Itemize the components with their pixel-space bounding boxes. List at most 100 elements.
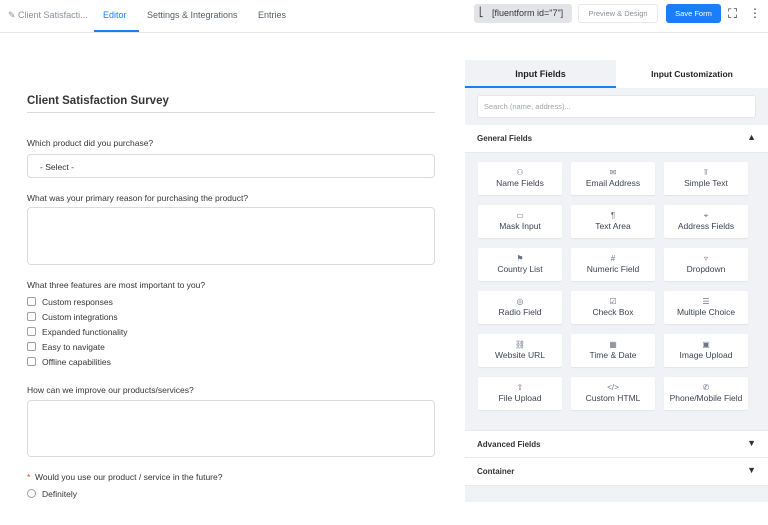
- checkbox-option[interactable]: Offline capabilities: [27, 357, 111, 367]
- option-label: Expanded functionality: [42, 327, 128, 337]
- q5-label: * Would you use our product / service in…: [27, 472, 222, 482]
- top-bar: ✎ Client Satisfacti... Editor Settings &…: [0, 0, 768, 33]
- field-label: Dropdown: [686, 264, 726, 274]
- form-name-tab[interactable]: ✎ Client Satisfacti...: [8, 10, 88, 21]
- advanced-fields-header[interactable]: Advanced Fields ▼: [465, 430, 768, 458]
- field-label: Website URL: [495, 350, 545, 360]
- image-icon: ▣: [702, 340, 710, 349]
- checkbox[interactable]: [27, 312, 36, 321]
- field-label: Phone/Mobile Field: [669, 393, 743, 403]
- tab-editor[interactable]: Editor: [103, 10, 127, 20]
- option-label: Custom integrations: [42, 312, 118, 322]
- location-pin-icon: ⌖: [703, 211, 709, 220]
- container-header[interactable]: Container ▼: [465, 458, 768, 486]
- option-label: Offline capabilities: [42, 357, 111, 367]
- tab-settings[interactable]: Settings & Integrations: [147, 10, 238, 20]
- link-icon: ⛓: [514, 340, 526, 349]
- field-label: File Upload: [498, 393, 542, 403]
- user-icon: ⚇: [516, 168, 524, 177]
- checkbox-option[interactable]: Custom integrations: [27, 312, 118, 322]
- select-value: - Select -: [40, 162, 75, 172]
- field-label: Radio Field: [498, 307, 542, 317]
- shortcode-button[interactable]: ⎣ [fluentform id="7"]: [474, 4, 572, 23]
- field-website-url[interactable]: ⛓ Website URL: [478, 334, 562, 367]
- checkbox[interactable]: [27, 342, 36, 351]
- radio-icon: ◎: [516, 297, 524, 306]
- tab-input-fields[interactable]: Input Fields: [465, 60, 616, 88]
- shortcode-text: [fluentform id="7"]: [492, 8, 564, 18]
- field-label: Simple Text: [684, 178, 728, 188]
- dropdown-icon: ▿: [703, 254, 708, 263]
- field-label: Text Area: [595, 221, 631, 231]
- field-name-fields[interactable]: ⚇ Name Fields: [478, 162, 562, 195]
- field-simple-text[interactable]: ⫪ Simple Text: [664, 162, 748, 195]
- field-label: Image Upload: [679, 350, 733, 360]
- option-label: Easy to navigate: [42, 342, 105, 352]
- field-phone-mobile-field[interactable]: ✆ Phone/Mobile Field: [664, 377, 748, 410]
- copy-icon: ⎣: [479, 7, 484, 17]
- field-country-list[interactable]: ⚑ Country List: [478, 248, 562, 281]
- section-label: Container: [477, 467, 515, 476]
- field-file-upload[interactable]: ⇧ File Upload: [478, 377, 562, 410]
- required-asterisk: *: [27, 472, 31, 482]
- field-label: Custom HTML: [585, 393, 641, 403]
- flag-icon: ⚑: [516, 254, 524, 263]
- tab-entries[interactable]: Entries: [258, 10, 286, 20]
- checkbox-option[interactable]: Easy to navigate: [27, 342, 105, 352]
- field-multiple-choice[interactable]: ☰ Multiple Choice: [664, 291, 748, 324]
- field-label: Check Box: [592, 307, 634, 317]
- form-name: Client Satisfacti...: [18, 10, 88, 20]
- checkbox-option[interactable]: Custom responses: [27, 297, 113, 307]
- field-image-upload[interactable]: ▣ Image Upload: [664, 334, 748, 367]
- option-label: Definitely: [42, 489, 77, 499]
- code-icon: </>: [607, 383, 619, 392]
- tab-input-customization[interactable]: Input Customization: [616, 60, 768, 88]
- q1-label: Which product did you purchase?: [27, 138, 154, 148]
- checkbox[interactable]: [27, 297, 36, 306]
- active-tab-indicator: [94, 30, 139, 32]
- field-custom-html[interactable]: </> Custom HTML: [571, 377, 655, 410]
- field-label: Mask Input: [499, 221, 541, 231]
- title-divider: [27, 112, 435, 113]
- field-email-address[interactable]: ✉ Email Address: [571, 162, 655, 195]
- checkbox[interactable]: [27, 327, 36, 336]
- radio-option[interactable]: Definitely: [27, 489, 77, 499]
- product-select[interactable]: - Select -: [27, 154, 435, 178]
- field-panel: Input Fields Input Customization Search …: [465, 60, 768, 502]
- more-options-icon[interactable]: ⋮: [749, 6, 761, 20]
- section-label: Advanced Fields: [477, 440, 541, 449]
- checkbox[interactable]: [27, 357, 36, 366]
- chevron-down-icon: ▼: [747, 438, 756, 448]
- checkbox-option[interactable]: Expanded functionality: [27, 327, 128, 337]
- calendar-icon: ▦: [609, 340, 617, 349]
- field-label: Address Fields: [677, 221, 735, 231]
- general-fields-header[interactable]: General Fields ▲: [465, 125, 768, 153]
- q2-label: What was your primary reason for purchas…: [27, 193, 249, 203]
- preview-button[interactable]: Preview & Design: [578, 4, 658, 23]
- save-form-button[interactable]: Save Form: [666, 4, 721, 23]
- q3-label: What three features are most important t…: [27, 280, 206, 290]
- upload-icon: ⇧: [516, 383, 524, 392]
- field-text-area[interactable]: ¶ Text Area: [571, 205, 655, 238]
- keyboard-icon: ▭: [516, 211, 524, 220]
- improve-textarea[interactable]: [27, 400, 435, 457]
- field-time-date[interactable]: ▦ Time & Date: [571, 334, 655, 367]
- fullscreen-icon[interactable]: ⛶: [728, 6, 737, 22]
- field-numeric-field[interactable]: # Numeric Field: [571, 248, 655, 281]
- q5-text: Would you use our product / service in t…: [35, 472, 223, 482]
- paragraph-icon: ¶: [610, 211, 616, 220]
- field-mask-input[interactable]: ▭ Mask Input: [478, 205, 562, 238]
- field-check-box[interactable]: ☑ Check Box: [571, 291, 655, 324]
- field-radio-field[interactable]: ◎ Radio Field: [478, 291, 562, 324]
- q4-label: How can we improve our products/services…: [27, 385, 194, 395]
- field-search-input[interactable]: Search (name, address)...: [477, 95, 756, 118]
- envelope-icon: ✉: [609, 168, 617, 177]
- reason-textarea[interactable]: [27, 207, 435, 265]
- checkbox-icon: ☑: [609, 297, 617, 306]
- field-address-fields[interactable]: ⌖ Address Fields: [664, 205, 748, 238]
- radio[interactable]: [27, 489, 36, 498]
- chevron-up-icon: ▲: [747, 132, 756, 142]
- form-title: Client Satisfaction Survey: [27, 95, 169, 107]
- field-dropdown[interactable]: ▿ Dropdown: [664, 248, 748, 281]
- phone-icon: ✆: [702, 383, 710, 392]
